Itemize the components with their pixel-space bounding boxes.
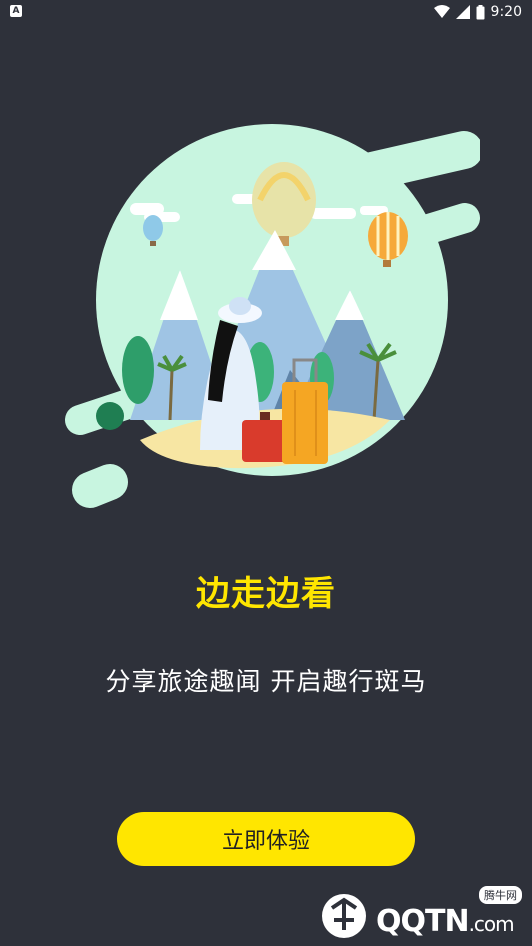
signal-icon — [455, 5, 470, 19]
headline: 边走边看 — [196, 574, 336, 614]
notification-icon: A — [10, 5, 22, 17]
watermark-text: QQTN.com — [376, 904, 515, 939]
status-time: 9:20 — [490, 4, 522, 20]
watermark-brand: QQTN — [376, 904, 470, 939]
battery-icon — [476, 4, 485, 19]
watermark-suffix: .com — [468, 912, 515, 936]
try-now-button[interactable]: 立即体验 — [117, 812, 415, 866]
travel-illustration-icon — [65, 124, 480, 508]
subtitle: 分享旅途趣闻 开启趣行斑马 — [105, 667, 427, 696]
watermark-badge: 腾牛网 — [479, 886, 522, 904]
status-icons: 9:20 — [433, 3, 522, 21]
wifi-icon — [433, 5, 450, 18]
status-bar: A 9:20 — [0, 0, 532, 24]
watermark: QQTN.com 腾牛网 — [316, 886, 526, 940]
bull-logo-icon — [322, 894, 366, 938]
